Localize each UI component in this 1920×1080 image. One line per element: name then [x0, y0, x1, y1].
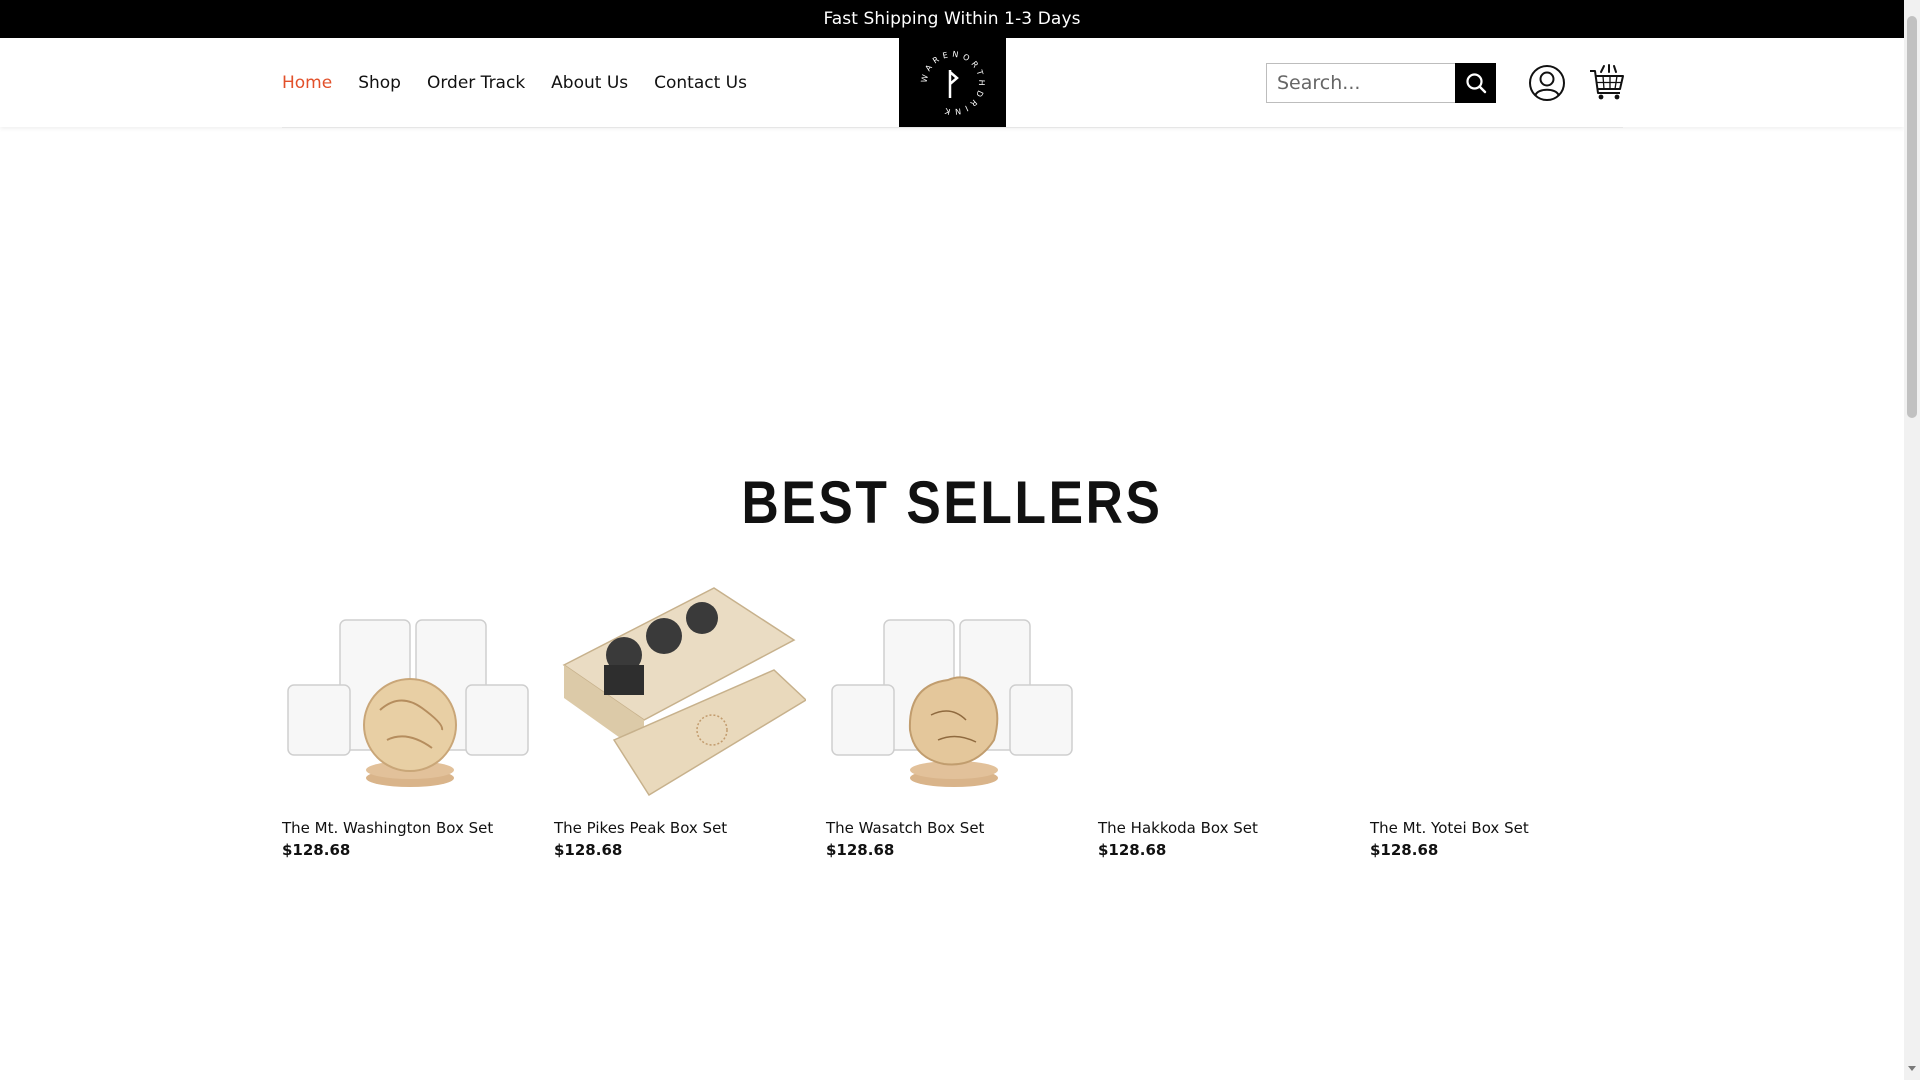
- scrollbar-thumb[interactable]: [1907, 16, 1917, 418]
- search-input[interactable]: [1266, 63, 1455, 103]
- page-scrollbar[interactable]: [1904, 0, 1920, 1080]
- product-grid: The Mt. Washington Box Set $128.68 The P…: [282, 580, 1622, 859]
- header-divider: [282, 127, 1623, 128]
- user-circle-icon: [1529, 65, 1565, 101]
- product-name[interactable]: The Mt. Yotei Box Set: [1370, 819, 1622, 837]
- best-sellers-title: BEST SELLERS: [741, 469, 1163, 536]
- nav-shop[interactable]: Shop: [358, 73, 401, 93]
- product-image-placeholder[interactable]: [1370, 580, 1622, 810]
- announcement-text: Fast Shipping Within 1-3 Days: [823, 9, 1081, 29]
- product-card[interactable]: The Mt. Washington Box Set $128.68: [282, 580, 534, 859]
- product-card[interactable]: The Hakkoda Box Set $128.68: [1098, 580, 1350, 859]
- product-price: $128.68: [282, 841, 351, 859]
- search-icon: [1465, 73, 1486, 94]
- site-header: Home Shop Order Track About Us Contact U…: [0, 38, 1904, 127]
- main-nav: Home Shop Order Track About Us Contact U…: [282, 38, 747, 127]
- product-image-placeholder[interactable]: [1098, 580, 1350, 810]
- nav-contact-us[interactable]: Contact Us: [654, 73, 747, 93]
- product-image-glasses[interactable]: [282, 580, 534, 810]
- product-card[interactable]: The Pikes Peak Box Set $128.68: [554, 580, 806, 859]
- search-bar: [1266, 63, 1496, 103]
- shopping-cart-icon: [1590, 64, 1624, 100]
- product-price: $128.68: [554, 841, 623, 859]
- product-image-glasses[interactable]: [826, 580, 1078, 810]
- nav-home[interactable]: Home: [282, 73, 332, 93]
- nav-order-track[interactable]: Order Track: [427, 73, 525, 93]
- site-logo[interactable]: WARENORTHDRINK: [899, 38, 1006, 127]
- nav-about-us[interactable]: About Us: [551, 73, 628, 93]
- product-name[interactable]: The Pikes Peak Box Set: [554, 819, 806, 837]
- product-card[interactable]: The Mt. Yotei Box Set $128.68: [1370, 580, 1622, 859]
- product-name[interactable]: The Mt. Washington Box Set: [282, 819, 534, 837]
- rune-logo-icon: WARENORTHDRINK: [919, 49, 982, 116]
- product-price: $128.68: [1098, 841, 1167, 859]
- search-button[interactable]: [1455, 63, 1496, 103]
- product-name[interactable]: The Hakkoda Box Set: [1098, 819, 1350, 837]
- product-card[interactable]: The Wasatch Box Set $128.68: [826, 580, 1078, 859]
- account-button[interactable]: [1528, 64, 1566, 102]
- product-price: $128.68: [826, 841, 895, 859]
- product-name[interactable]: The Wasatch Box Set: [826, 819, 1078, 837]
- cart-button[interactable]: [1589, 63, 1625, 101]
- product-image-wooden-box[interactable]: [554, 580, 806, 810]
- announcement-bar: Fast Shipping Within 1-3 Days: [0, 0, 1904, 38]
- scroll-down-arrow-icon[interactable]: [1908, 1066, 1916, 1071]
- product-price: $128.68: [1370, 841, 1439, 859]
